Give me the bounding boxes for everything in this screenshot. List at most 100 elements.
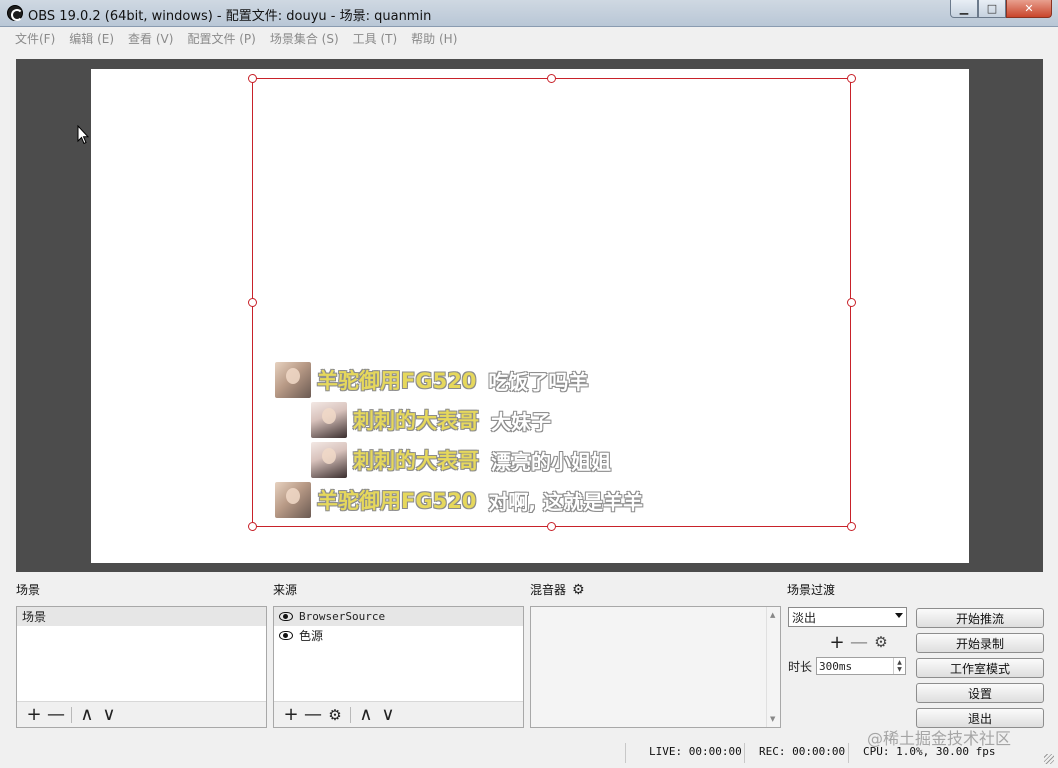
spin-down-icon[interactable]: ▼ <box>897 666 902 673</box>
source-item-label: BrowserSource <box>299 610 386 623</box>
transition-select[interactable]: 淡出 <box>788 607 907 627</box>
menu-bar: 文件(F) 编辑 (E) 查看 (V) 配置文件 (P) 场景集合 (S) 工具… <box>8 28 1050 49</box>
live-timer: LIVE: 00:00:00 <box>649 745 742 758</box>
sources-toolbar: + — ⚙ ∧ ∨ <box>274 701 523 727</box>
remove-transition-button[interactable]: — <box>848 632 870 653</box>
minimize-button[interactable]: ▁ <box>950 0 978 18</box>
title-bar: OBS 19.0.2 (64bit, windows) - 配置文件: douy… <box>0 0 1058 27</box>
obs-logo-icon <box>7 5 23 21</box>
transition-select-value: 淡出 <box>792 610 817 625</box>
scroll-up-arrow-icon[interactable]: ▲ <box>770 611 775 619</box>
chat-text: 吃饭了吗羊 <box>488 369 589 394</box>
status-divider <box>744 743 745 763</box>
source-item[interactable]: 色源 <box>274 626 523 645</box>
menu-edit[interactable]: 编辑 (E) <box>62 30 121 47</box>
visibility-eye-icon[interactable] <box>279 612 293 621</box>
settings-button[interactable]: 设置 <box>916 683 1044 703</box>
window-controls: ▁ □ ✕ <box>950 0 1052 18</box>
menu-view[interactable]: 查看 (V) <box>121 30 180 47</box>
scenes-toolbar: + — ∧ ∨ <box>17 701 266 727</box>
mixer-label: 混音器 ⚙ <box>530 581 585 598</box>
mixer-panel: ▲ ▼ <box>530 606 781 728</box>
chat-username: 羊驼御用FG520 <box>317 489 477 513</box>
close-button[interactable]: ✕ <box>1006 0 1052 18</box>
resize-handle-right[interactable] <box>847 298 856 307</box>
spin-arrows[interactable]: ▲ ▼ <box>893 658 905 674</box>
toolbar-divider <box>71 706 72 723</box>
chat-text: 漂亮的小姐姐 <box>491 449 611 474</box>
chat-username: 刺刺的大表哥 <box>353 409 479 433</box>
toolbar-divider <box>350 706 351 723</box>
chat-text: 对啊, 这就是羊羊 <box>488 489 643 514</box>
avatar <box>311 402 347 438</box>
rec-timer: REC: 00:00:00 <box>759 745 846 758</box>
chat-message: 刺刺的大表哥 漂亮的小姐姐 <box>311 442 611 478</box>
resize-handle-bottom[interactable] <box>547 522 556 531</box>
chat-message: 羊驼御用FG520 对啊, 这就是羊羊 <box>275 482 643 518</box>
maximize-button[interactable]: □ <box>978 0 1006 18</box>
status-divider <box>848 743 849 763</box>
window-title: OBS 19.0.2 (64bit, windows) - 配置文件: douy… <box>28 9 432 24</box>
visibility-eye-icon[interactable] <box>279 631 293 640</box>
transitions-label: 场景过渡 <box>787 581 835 598</box>
mixer-label-text: 混音器 <box>530 583 567 597</box>
studio-mode-button[interactable]: 工作室模式 <box>916 658 1044 678</box>
start-streaming-button[interactable]: 开始推流 <box>916 608 1044 628</box>
add-source-button[interactable]: + <box>280 704 302 725</box>
scroll-down-arrow-icon[interactable]: ▼ <box>770 715 775 723</box>
transitions-label-text: 场景过渡 <box>787 583 836 597</box>
watermark: @稀土掘金技术社区 <box>867 729 1012 748</box>
resize-handle-left[interactable] <box>248 298 257 307</box>
chat-text: 大妹子 <box>491 409 551 434</box>
chat-message: 羊驼御用FG520 吃饭了吗羊 <box>275 362 588 398</box>
menu-profile[interactable]: 配置文件 (P) <box>180 30 262 47</box>
source-item[interactable]: BrowserSource <box>274 607 523 626</box>
resize-handle-top[interactable] <box>547 74 556 83</box>
remove-scene-button[interactable]: — <box>45 704 67 725</box>
mouse-cursor-icon <box>77 125 89 145</box>
move-scene-up-button[interactable]: ∧ <box>76 704 98 725</box>
move-source-up-button[interactable]: ∧ <box>355 704 377 725</box>
scene-item[interactable]: 场景 <box>17 607 266 626</box>
source-properties-gear-icon[interactable]: ⚙ <box>324 705 346 725</box>
menu-help[interactable]: 帮助 (H) <box>404 30 464 47</box>
duration-spinbox[interactable]: 300ms ▲ ▼ <box>816 657 906 675</box>
avatar <box>311 442 347 478</box>
avatar <box>275 482 311 518</box>
resize-handle-top-left[interactable] <box>248 74 257 83</box>
resize-handle-bottom-left[interactable] <box>248 522 257 531</box>
menu-scene-collection[interactable]: 场景集合 (S) <box>263 30 346 47</box>
scenes-panel: 场景 + — ∧ ∨ <box>16 606 267 728</box>
resize-handle-bottom-right[interactable] <box>847 522 856 531</box>
mixer-gear-icon[interactable]: ⚙ <box>572 582 585 598</box>
sources-panel: BrowserSource 色源 + — ⚙ ∧ ∨ <box>273 606 524 728</box>
scenes-label-text: 场景 <box>16 583 41 597</box>
chat-username: 羊驼御用FG520 <box>317 369 477 393</box>
resize-grip-icon[interactable] <box>1044 754 1054 764</box>
spin-up-icon[interactable]: ▲ <box>897 659 902 666</box>
scenes-label: 场景 <box>16 581 40 598</box>
move-source-down-button[interactable]: ∨ <box>377 704 399 725</box>
transition-settings-gear-icon[interactable]: ⚙ <box>870 632 892 652</box>
remove-source-button[interactable]: — <box>302 704 324 725</box>
sources-label: 来源 <box>273 581 297 598</box>
start-recording-button[interactable]: 开始录制 <box>916 633 1044 653</box>
duration-label: 时长 <box>788 660 813 674</box>
scene-item-label: 场景 <box>22 610 47 624</box>
resize-handle-top-right[interactable] <box>847 74 856 83</box>
add-transition-button[interactable]: + <box>826 632 848 653</box>
chevron-down-icon <box>895 613 903 618</box>
duration-value: 300ms <box>819 659 853 673</box>
status-divider <box>625 743 626 763</box>
avatar <box>275 362 311 398</box>
menu-tools[interactable]: 工具 (T) <box>346 30 405 47</box>
move-scene-down-button[interactable]: ∨ <box>98 704 120 725</box>
mixer-scrollbar[interactable]: ▲ ▼ <box>766 607 780 727</box>
transition-toolbar: + — ⚙ <box>826 632 892 653</box>
chat-message: 刺刺的大表哥 大妹子 <box>311 402 551 438</box>
menu-file[interactable]: 文件(F) <box>8 30 62 47</box>
sources-label-text: 来源 <box>273 583 298 597</box>
add-scene-button[interactable]: + <box>23 704 45 725</box>
source-item-label: 色源 <box>299 629 324 643</box>
chat-username: 刺刺的大表哥 <box>353 449 479 473</box>
